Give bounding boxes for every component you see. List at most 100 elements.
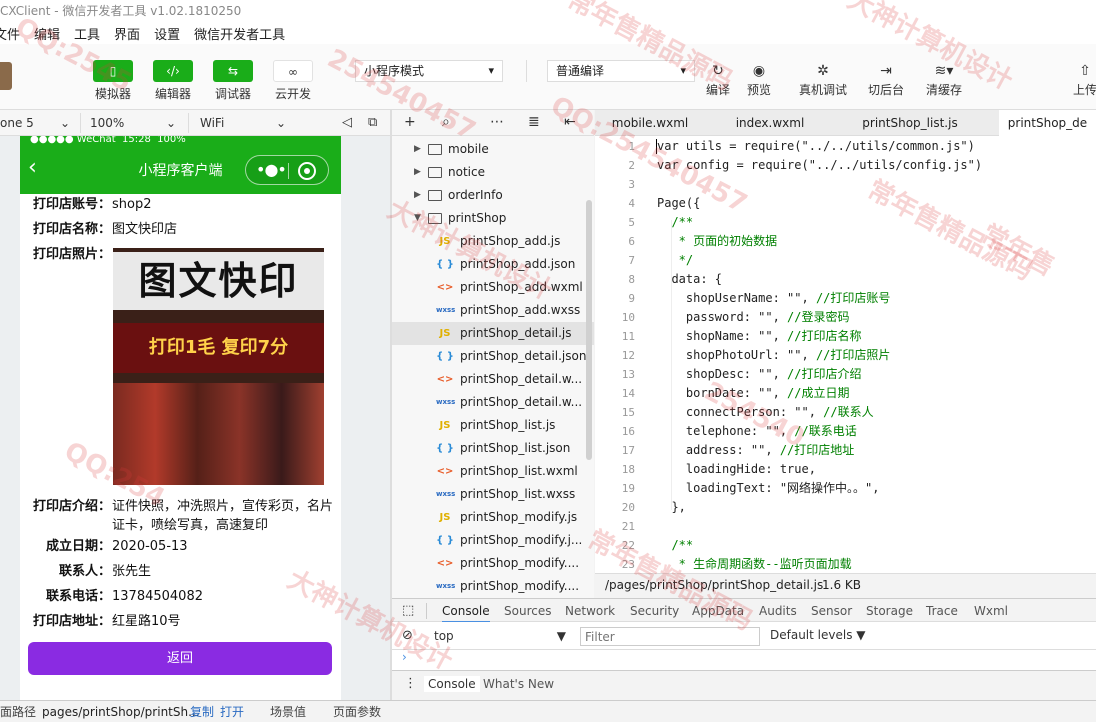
line-number: 17 [621, 444, 635, 457]
code-line: shopUserName: "", //打印店账号 [657, 291, 891, 305]
tree-file[interactable]: { } printShop_list.json [392, 437, 594, 460]
tab-index-wxml[interactable]: index.wxml [715, 110, 825, 136]
field-value: 2020-05-13 [112, 539, 188, 554]
tab-network[interactable]: Network [565, 599, 615, 623]
context-select[interactable]: top ▼ [430, 626, 570, 646]
devtools-tabs: ⬚ Console Sources Network Security AppDa… [392, 598, 1096, 623]
tree-file[interactable]: JS printShop_detail.js [392, 322, 594, 345]
inspect-icon[interactable]: ⬚ [402, 603, 414, 618]
cloud-dev-button[interactable]: ∞ 云开发 [268, 60, 318, 102]
code-line: shopPhotoUrl: "", //打印店照片 [657, 348, 891, 362]
menu-tools[interactable]: 工具 [74, 24, 100, 43]
back-button[interactable]: 返回 [28, 642, 332, 675]
tab-console[interactable]: Console [442, 599, 490, 623]
open-link[interactable]: 打开 [220, 701, 244, 722]
tree-folder[interactable]: ▶ notice [392, 161, 594, 184]
tree-file[interactable]: JS printShop_list.js [392, 414, 594, 437]
background-button[interactable]: ⇥ 切后台 [864, 61, 908, 98]
remote-debug-button[interactable]: ✲ 真机调试 [795, 61, 851, 98]
tree-file[interactable]: JS printShop_modify.js [392, 506, 594, 529]
clear-cache-button[interactable]: ≋▾ 清缓存 [922, 61, 966, 98]
tree-file[interactable]: { } printShop_modify.j... [392, 529, 594, 552]
menu-wechat-devtools[interactable]: 微信开发者工具 [194, 24, 285, 43]
tree-file[interactable]: wxss printShop_add.wxss [392, 299, 594, 322]
menu-settings[interactable]: 设置 [154, 24, 180, 43]
field-label: 打印店地址： [32, 614, 111, 629]
tree-scrollbar[interactable] [586, 200, 592, 460]
tree-file[interactable]: JS printShop_add.js [392, 230, 594, 253]
tree-file[interactable]: wxss printShop_detail.w... [392, 391, 594, 414]
drawer-tab-whats-new[interactable]: What's New [483, 677, 554, 691]
tab-wxml[interactable]: Wxml [974, 599, 1008, 623]
zoom-select[interactable]: 100% ⌄ [90, 114, 180, 132]
wxml-file-icon: <> [436, 558, 454, 569]
tree-item-label: notice [448, 165, 485, 179]
tree-file[interactable]: <> printShop_detail.w... [392, 368, 594, 391]
more-icon[interactable]: ⋯ [490, 114, 504, 130]
preview-button[interactable]: ◉ 预览 [743, 61, 775, 98]
tab-mobile-wxml[interactable]: mobile.wxml [595, 110, 705, 136]
toolbar-divider [526, 60, 527, 82]
simulator-toggle-button[interactable]: ▯ 模拟器 [88, 60, 138, 102]
tab-trace[interactable]: Trace [926, 599, 958, 623]
network-select[interactable]: WiFi ⌄ [200, 114, 290, 132]
tab-audits[interactable]: Audits [759, 599, 797, 623]
tree-file[interactable]: { } printShop_add.json [392, 253, 594, 276]
mode-select[interactable]: 小程序模式 [355, 60, 503, 82]
compile-button[interactable]: ↻ 编译 [703, 61, 733, 98]
drawer-menu-icon[interactable]: ⋮ [404, 676, 417, 691]
tree-file[interactable]: <> printShop_add.wxml [392, 276, 594, 299]
bug-icon: ✲ [817, 63, 829, 79]
tree-item-label: printShop_detail.js [460, 326, 572, 340]
upload-button[interactable]: ⇧ 上传 [1070, 61, 1096, 98]
tree-folder[interactable]: ▼ printShop [392, 207, 594, 230]
search-icon[interactable]: ⌕ [442, 114, 450, 130]
file-tree-toolbar: + ⌕ ⋯ ≣ ⇤ [392, 110, 594, 136]
split-icon[interactable]: ⇤ [564, 114, 576, 130]
add-icon[interactable]: + [404, 114, 416, 130]
debugger-toggle-button[interactable]: ⇆ 调试器 [208, 60, 258, 102]
tab-appdata[interactable]: AppData [692, 599, 744, 623]
tree-file[interactable]: <> printShop_list.wxml [392, 460, 594, 483]
scene-value-button[interactable]: 场景值 [270, 701, 306, 722]
copy-link[interactable]: 复制 [190, 701, 214, 722]
tab-sensor[interactable]: Sensor [811, 599, 852, 623]
tab-security[interactable]: Security [630, 599, 679, 623]
more-icon[interactable]: •●• [256, 160, 287, 179]
tree-file[interactable]: <> printShop_modify.... [392, 552, 594, 575]
field-value: 张先生 [112, 564, 152, 579]
tree-item-label: printShop_modify.... [460, 556, 580, 570]
console-output[interactable]: › [392, 650, 1096, 670]
log-levels-select[interactable]: Default levels ▼ [770, 628, 866, 642]
tree-file[interactable]: wxss printShop_list.wxss [392, 483, 594, 506]
menu-view[interactable]: 界面 [114, 24, 140, 43]
wxml-file-icon: <> [436, 282, 454, 293]
json-file-icon: { } [436, 259, 454, 270]
mute-icon[interactable]: ◁ [342, 114, 352, 132]
menu-edit[interactable]: 编辑 [34, 24, 60, 43]
device-select[interactable]: one 5 ⌄ [0, 114, 74, 132]
tree-file[interactable]: wxss printShop_modify.... [392, 575, 594, 598]
close-circle-icon[interactable] [298, 162, 316, 180]
divider [188, 113, 189, 133]
compile-mode-select[interactable]: 普通编译 [547, 60, 695, 82]
clear-console-icon[interactable]: ⊘ [402, 628, 413, 643]
avatar[interactable] [0, 62, 12, 90]
drawer-tab-console[interactable]: Console [424, 676, 480, 692]
page-params-button[interactable]: 页面参数 [333, 701, 381, 722]
tab-sources[interactable]: Sources [504, 599, 551, 623]
console-filter-input[interactable] [580, 627, 760, 646]
collapse-icon[interactable]: ≣ [528, 114, 540, 130]
tab-storage[interactable]: Storage [866, 599, 913, 623]
shop-photo: 图文快印 打印1毛 复印7分 [113, 248, 324, 485]
code-editor[interactable]: 1 var utils = require("../../utils/common… [595, 136, 1096, 573]
menu-file[interactable]: 文件 [0, 24, 20, 43]
tab-printshop-list-js[interactable]: printShop_list.js [845, 110, 975, 136]
tab-printshop-detail-js[interactable]: printShop_de [999, 110, 1096, 136]
detach-icon[interactable]: ⧉ [368, 114, 377, 132]
tree-file[interactable]: { } printShop_detail.json [392, 345, 594, 368]
field-label: 打印店照片： [32, 247, 111, 262]
editor-toggle-button[interactable]: ‹/› 编辑器 [148, 60, 198, 102]
tree-folder[interactable]: ▶ mobile [392, 138, 594, 161]
tree-folder[interactable]: ▶ orderInfo [392, 184, 594, 207]
